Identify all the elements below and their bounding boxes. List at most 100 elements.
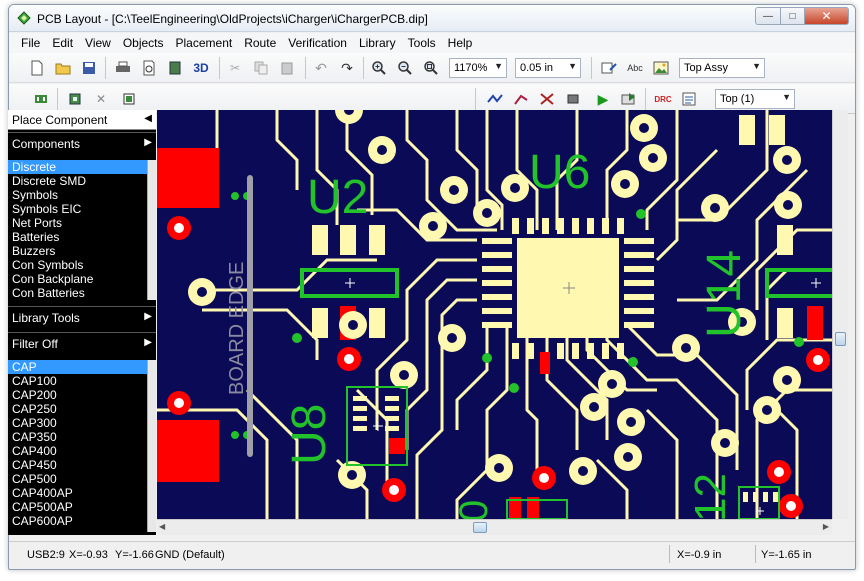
list-item[interactable]: CAP450 xyxy=(8,458,148,472)
library-list-scrollbar[interactable] xyxy=(147,160,156,300)
save-icon[interactable] xyxy=(79,58,99,78)
active-layer-combo[interactable]: Top (1) ▼ xyxy=(715,89,795,109)
list-item[interactable]: CAP350 xyxy=(8,430,148,444)
list-item[interactable]: CAP300 xyxy=(8,416,148,430)
list-item[interactable]: CAP500 xyxy=(8,472,148,486)
paste-icon[interactable] xyxy=(277,58,297,78)
parts-list-scrollbar[interactable] xyxy=(147,360,156,532)
board-icon[interactable] xyxy=(119,89,139,109)
print-icon[interactable] xyxy=(113,58,133,78)
chevron-down-icon: ▼ xyxy=(494,61,503,71)
list-item[interactable]: CAP xyxy=(8,360,148,374)
designator-u2: U2 xyxy=(307,171,368,224)
print-preview-icon[interactable] xyxy=(139,58,159,78)
layer-mode-value: Top Assy xyxy=(684,62,729,74)
components-section[interactable]: Components ▶ xyxy=(8,132,156,154)
parts-list[interactable]: CAP CAP100 CAP200 CAP250 CAP300 CAP350 C… xyxy=(8,360,148,532)
list-item[interactable]: Con Batteries xyxy=(8,286,148,300)
horizontal-scrollbar[interactable]: ◀ ▶ xyxy=(157,519,832,535)
list-item[interactable]: Net Ports xyxy=(8,216,148,230)
list-item[interactable]: CAP400AP xyxy=(8,486,148,500)
zoom-out-icon[interactable] xyxy=(395,58,415,78)
list-item[interactable]: CAP500AP xyxy=(8,500,148,514)
list-item[interactable]: Con Symbols xyxy=(8,258,148,272)
menu-objects[interactable]: Objects xyxy=(117,36,170,50)
disconnect-icon[interactable]: ✕ xyxy=(91,89,111,109)
spellcheck-icon[interactable]: Abc xyxy=(625,58,645,78)
export-icon[interactable] xyxy=(619,89,639,109)
list-item[interactable]: Buzzers xyxy=(8,244,148,258)
list-item[interactable]: Symbols xyxy=(8,188,148,202)
list-item[interactable]: CAP250 xyxy=(8,402,148,416)
collapse-left-icon[interactable]: ◀ xyxy=(144,113,152,124)
zoom-combo[interactable]: 1170% ▼ xyxy=(449,58,507,78)
list-item[interactable]: Symbols EIC xyxy=(8,202,148,216)
via-icon[interactable] xyxy=(563,89,583,109)
cut-icon[interactable]: ✂ xyxy=(225,58,245,78)
component-icon[interactable] xyxy=(31,89,51,109)
list-item[interactable]: CAP600AP xyxy=(8,514,148,528)
list-item[interactable]: CAP400 xyxy=(8,444,148,458)
status-cursor-x: X=-0.9 in xyxy=(677,549,722,561)
vertical-scrollbar[interactable] xyxy=(832,110,848,519)
properties-icon[interactable] xyxy=(599,58,619,78)
pcb-canvas[interactable]: BOARD EDGE U2 U6 U14 U8 12 0 xyxy=(157,110,832,519)
drc-check-icon[interactable]: DRC xyxy=(653,89,673,109)
chevron-down-icon: ▼ xyxy=(752,61,761,71)
menu-library[interactable]: Library xyxy=(353,36,402,50)
trace-cut-icon[interactable] xyxy=(537,89,557,109)
status-cursor-y: Y=-1.65 in xyxy=(761,549,812,561)
redo-icon[interactable]: ↷ xyxy=(337,58,357,78)
library-list[interactable]: Discrete Discrete SMD Symbols Symbols EI… xyxy=(8,160,148,300)
undo-icon[interactable]: ↶ xyxy=(311,58,331,78)
list-item[interactable]: Discrete xyxy=(8,160,148,174)
run-icon[interactable]: ▶ xyxy=(593,89,613,109)
expand-icon: ▶ xyxy=(144,137,152,148)
grid-combo[interactable]: 0.05 in ▼ xyxy=(515,58,581,78)
zoom-in-icon[interactable] xyxy=(369,58,389,78)
menu-view[interactable]: View xyxy=(79,36,117,50)
menu-help[interactable]: Help xyxy=(442,36,479,50)
filter-label: Filter Off xyxy=(12,337,58,351)
designator-0: 0 xyxy=(452,500,496,519)
image-icon[interactable] xyxy=(651,58,671,78)
minimize-button[interactable]: — xyxy=(755,7,781,25)
list-item[interactable]: Con Backplane xyxy=(8,272,148,286)
part-icon[interactable] xyxy=(65,89,85,109)
route-edit-icon[interactable] xyxy=(511,89,531,109)
horizontal-scroll-thumb[interactable] xyxy=(473,522,487,533)
vertical-scroll-thumb[interactable] xyxy=(835,332,846,346)
library-tools-section[interactable]: Library Tools ▶ xyxy=(8,306,156,328)
designator-12: 12 xyxy=(686,473,735,519)
place-component-header[interactable]: Place Component ◀ xyxy=(8,110,156,130)
new-file-icon[interactable] xyxy=(27,58,47,78)
active-layer-value: Top (1) xyxy=(720,93,755,105)
list-item[interactable]: Batteries xyxy=(8,230,148,244)
menu-file[interactable]: File xyxy=(15,36,46,50)
layers-icon[interactable] xyxy=(165,58,185,78)
list-item[interactable]: CAP200 xyxy=(8,388,148,402)
route-trace-icon[interactable] xyxy=(485,89,505,109)
menu-placement[interactable]: Placement xyxy=(170,36,239,50)
status-bar: USB2:9 X=-0.93 Y=-1.66 GND (Default) X=-… xyxy=(9,541,855,567)
menu-edit[interactable]: Edit xyxy=(46,36,79,50)
3d-view-button[interactable]: 3D xyxy=(191,58,211,78)
list-item[interactable]: CAP100 xyxy=(8,374,148,388)
scroll-right-icon[interactable]: ▶ xyxy=(823,522,829,531)
designator-u14: U14 xyxy=(698,250,751,338)
menu-tools[interactable]: Tools xyxy=(402,36,442,50)
menu-route[interactable]: Route xyxy=(238,36,282,50)
list-item[interactable]: Discrete SMD xyxy=(8,174,148,188)
menu-verification[interactable]: Verification xyxy=(282,36,353,50)
filter-section[interactable]: Filter Off ▶ xyxy=(8,332,156,354)
zoom-fit-icon[interactable] xyxy=(421,58,441,78)
close-button[interactable]: ✕ xyxy=(805,7,849,25)
report-icon[interactable] xyxy=(679,89,699,109)
layer-mode-combo[interactable]: Top Assy ▼ xyxy=(679,58,765,78)
designator-u6: U6 xyxy=(529,146,590,199)
scroll-left-icon[interactable]: ◀ xyxy=(159,522,165,531)
pcb-app-icon xyxy=(17,11,31,25)
open-folder-icon[interactable] xyxy=(53,58,73,78)
copy-icon[interactable] xyxy=(251,58,271,78)
maximize-button[interactable]: □ xyxy=(781,7,805,25)
